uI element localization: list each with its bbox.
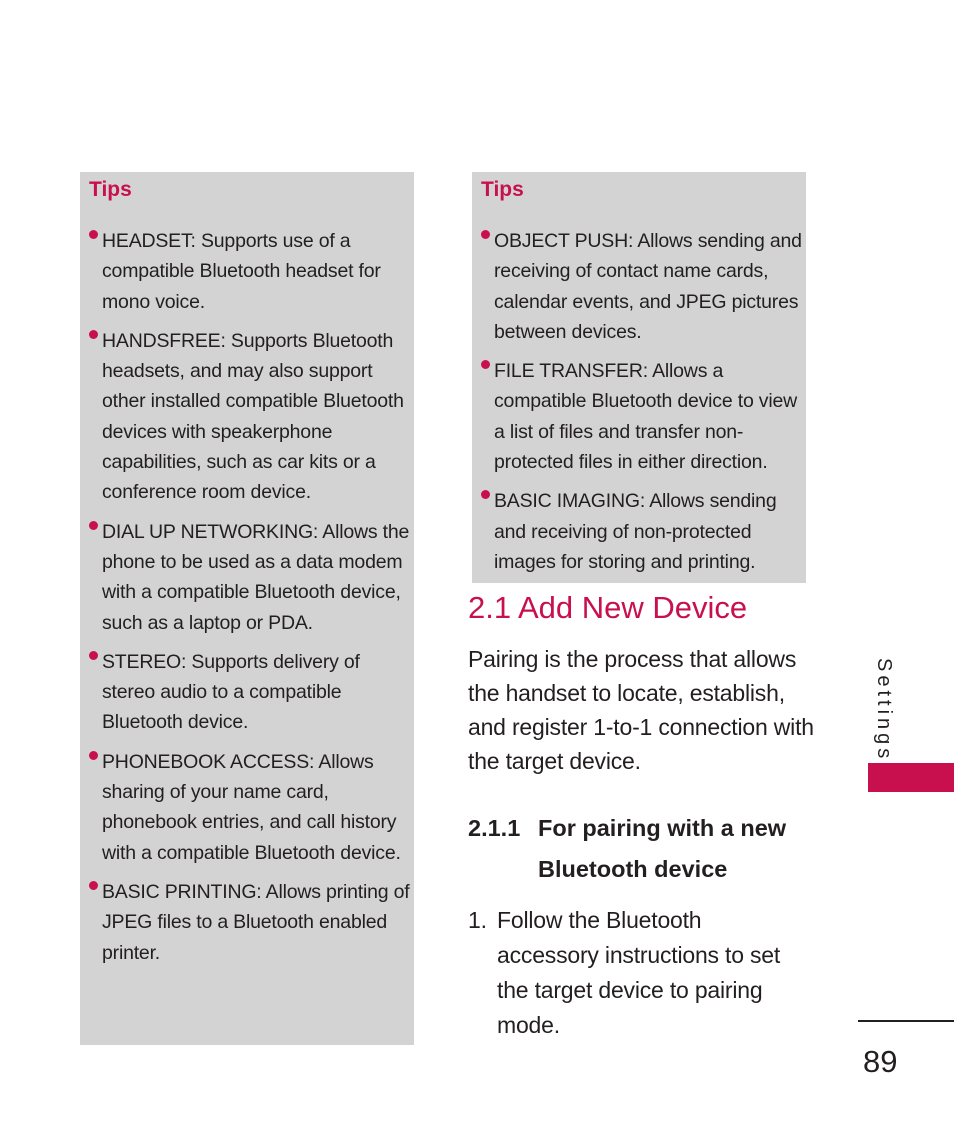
tips-box-right: Tips OBJECT PUSH: Allows sending and rec… <box>472 172 806 583</box>
tip-item: HEADSET: Supports use of a compatible Bl… <box>89 226 414 317</box>
bullet-icon <box>89 520 98 530</box>
tip-item: PHONEBOOK ACCESS: Allows sharing of your… <box>89 747 414 868</box>
tips-list: HEADSET: Supports use of a compatible Bl… <box>89 226 414 977</box>
tip-item: DIAL UP NETWORKING: Allows the phone to … <box>89 517 414 638</box>
tip-item: FILE TRANSFER: Allows a compatible Bluet… <box>481 356 806 477</box>
chapter-side-label: Settings <box>873 658 895 763</box>
tips-box-left: Tips HEADSET: Supports use of a compatib… <box>80 172 414 1045</box>
bullet-icon <box>89 329 98 339</box>
bullet-icon <box>481 230 490 239</box>
chapter-tab-marker <box>868 763 954 792</box>
subsection-title-line2: Bluetooth device <box>538 856 728 882</box>
section-title: 2.1 Add New Device <box>468 590 748 625</box>
page-number-divider <box>858 1020 954 1022</box>
tips-list: OBJECT PUSH: Allows sending and receivin… <box>481 226 806 586</box>
bullet-icon <box>89 230 98 239</box>
step-text: Follow the Bluetooth accessory instructi… <box>497 907 781 1038</box>
subsection-title-line1: For pairing with a new <box>538 815 787 841</box>
tip-item: BASIC IMAGING: Allows sending and receiv… <box>481 486 806 577</box>
subsection-number: 2.1.1 <box>468 815 521 841</box>
subsection-title: 2.1.1 For pairing with a new Bluetooth de… <box>468 808 828 890</box>
bullet-icon <box>481 360 490 370</box>
step-number: 1. <box>468 907 487 933</box>
bullet-icon <box>481 490 490 500</box>
tips-title: Tips <box>89 178 132 201</box>
tip-item: HANDSFREE: Supports Bluetooth headsets, … <box>89 326 414 508</box>
bullet-icon <box>89 650 98 660</box>
tip-item: BASIC PRINTING: Allows printing of JPEG … <box>89 877 414 968</box>
page-number: 89 <box>863 1044 898 1079</box>
bullet-icon <box>89 880 98 890</box>
step-item: 1. Follow the Bluetooth accessory instru… <box>468 903 808 1043</box>
bullet-icon <box>89 750 98 760</box>
tip-item: STEREO: Supports delivery of stereo audi… <box>89 647 414 738</box>
tip-item: OBJECT PUSH: Allows sending and receivin… <box>481 226 806 347</box>
tips-title: Tips <box>481 178 524 201</box>
section-body: Pairing is the process that allows the h… <box>468 646 814 774</box>
